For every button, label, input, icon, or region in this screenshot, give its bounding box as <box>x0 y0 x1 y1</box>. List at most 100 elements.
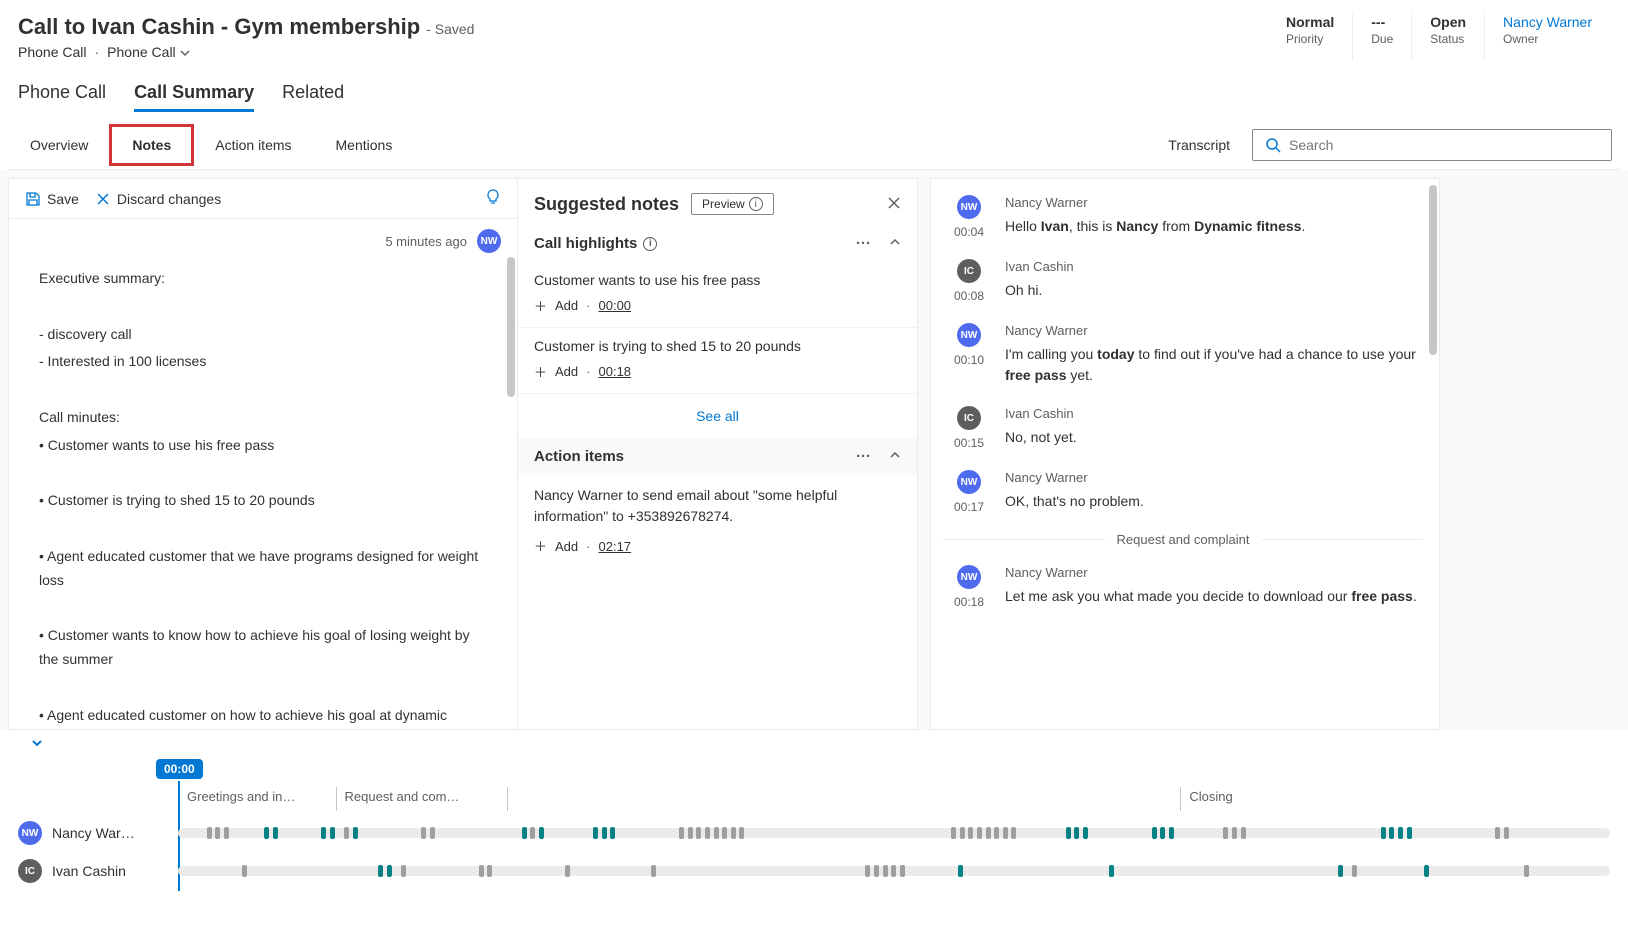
suggestions-bulb-button[interactable] <box>485 189 501 208</box>
transcript-item[interactable]: NW00:10 Nancy WarnerI'm calling you toda… <box>943 313 1423 396</box>
transcript-item[interactable]: NW00:17 Nancy WarnerOK, that's no proble… <box>943 460 1423 524</box>
avatar: IC <box>18 859 42 883</box>
close-button[interactable] <box>887 194 901 215</box>
breadcrumb-entity[interactable]: Phone Call <box>18 44 87 60</box>
tab-phone-call[interactable]: Phone Call <box>18 82 106 112</box>
speaker-name: Nancy Warner <box>1005 565 1419 580</box>
speaker-name: Ivan Cashin <box>1005 259 1419 274</box>
suggested-notes-panel: Suggested notes Preview i Call highlight… <box>518 178 918 730</box>
status-value[interactable]: Nancy Warner <box>1503 14 1592 30</box>
transcript-text: Oh hi. <box>1005 280 1419 301</box>
collapse-button[interactable] <box>889 448 901 465</box>
status-label: Due <box>1371 32 1393 46</box>
subtab-overview[interactable]: Overview <box>8 125 110 165</box>
status-label: Priority <box>1286 32 1334 46</box>
more-button[interactable]: ··· <box>856 235 871 252</box>
timeline: 00:00 Greetings and in…Request and com… C… <box>0 730 1628 901</box>
avatar: NW <box>957 195 981 219</box>
discard-button[interactable]: Discard changes <box>95 191 221 207</box>
lane-track[interactable] <box>178 866 1610 876</box>
scrollbar-thumb[interactable] <box>1429 185 1437 355</box>
chevron-up-icon <box>889 449 901 461</box>
transcript-timestamp: 00:04 <box>954 225 984 239</box>
close-icon <box>887 196 901 210</box>
transcript-timestamp: 00:10 <box>954 353 984 367</box>
info-icon: i <box>749 197 763 211</box>
search-box[interactable] <box>1252 129 1612 161</box>
avatar: IC <box>957 259 981 283</box>
action-items-heading: Action items <box>534 448 624 465</box>
transcript-item[interactable]: IC 00:08 Ivan Cashin Oh hi. <box>943 249 1423 313</box>
chevron-down-icon <box>30 736 44 750</box>
chevron-down-icon <box>180 48 190 58</box>
notes-editor[interactable]: Executive summary: - discovery call - In… <box>9 257 517 729</box>
speaker-name: Nancy Warner <box>1005 323 1419 338</box>
status-value: Open <box>1430 14 1466 30</box>
playhead[interactable]: 00:00 <box>156 759 203 779</box>
scrollbar-thumb[interactable] <box>507 257 515 397</box>
save-icon <box>25 191 41 207</box>
expand-timeline-button[interactable] <box>18 730 1610 759</box>
highlight-item: Customer is trying to shed 15 to 20 poun… <box>518 328 917 394</box>
timestamp-link[interactable]: 00:18 <box>599 364 632 379</box>
speaker-name: Nancy Warner <box>1005 470 1419 485</box>
timestamp-link[interactable]: 00:00 <box>599 298 632 313</box>
lane-speaker: Ivan Cashin <box>52 863 126 879</box>
transcript-timestamp: 00:15 <box>954 436 984 450</box>
lightbulb-icon <box>485 189 501 205</box>
subtab-action-items[interactable]: Action items <box>193 125 313 165</box>
see-all-link[interactable]: See all <box>518 394 917 438</box>
add-button[interactable]: ＋ <box>534 537 547 557</box>
avatar: NW <box>477 229 501 253</box>
highlight-text: Customer wants to use his free pass <box>534 272 901 288</box>
transcript-timestamp: 00:08 <box>954 289 984 303</box>
avatar: NW <box>957 565 981 589</box>
timeline-segment[interactable] <box>507 787 1180 811</box>
tab-related[interactable]: Related <box>282 82 344 112</box>
breadcrumb: Phone Call · Phone Call <box>18 44 474 60</box>
status-label: Owner <box>1503 32 1592 46</box>
breadcrumb-form[interactable]: Phone Call <box>107 44 189 60</box>
avatar: NW <box>957 470 981 494</box>
collapse-button[interactable] <box>889 235 901 252</box>
lane-track[interactable] <box>178 828 1610 838</box>
timeline-segment[interactable]: Greetings and in… <box>178 787 336 811</box>
transcript-text: Hello Ivan, this is Nancy from Dynamic f… <box>1005 216 1419 237</box>
timeline-lane: IC Ivan Cashin <box>18 855 1610 887</box>
subtab-mentions[interactable]: Mentions <box>314 125 415 165</box>
notes-timestamp: 5 minutes ago <box>385 234 467 249</box>
timeline-segment[interactable]: Request and com… <box>336 787 508 811</box>
subtab-notes[interactable]: Notes <box>110 125 193 165</box>
main-tabs: Phone Call Call Summary Related <box>0 68 1628 113</box>
transcript-item[interactable]: NW00:18 Nancy WarnerLet me ask you what … <box>943 555 1423 619</box>
transcript-item[interactable]: IC00:15 Ivan CashinNo, not yet. <box>943 396 1423 460</box>
tab-call-summary[interactable]: Call Summary <box>134 82 254 112</box>
avatar: NW <box>957 323 981 347</box>
transcript-heading: Transcript <box>1146 125 1252 165</box>
close-icon <box>95 191 111 207</box>
timestamp-link[interactable]: 02:17 <box>599 537 632 557</box>
transcript-text: No, not yet. <box>1005 427 1419 448</box>
timeline-segments: Greetings and in…Request and com… Closing <box>178 787 1610 811</box>
avatar: IC <box>957 406 981 430</box>
timeline-segment[interactable]: Closing <box>1180 787 1610 811</box>
saved-indicator: - Saved <box>426 21 474 37</box>
page-title: Call to Ivan Cashin - Gym membership <box>18 14 420 40</box>
transcript-divider: Request and complaint <box>943 532 1423 547</box>
add-button[interactable]: ＋ <box>534 296 547 315</box>
save-button[interactable]: Save <box>25 191 79 207</box>
status-bar: NormalPriority---DueOpenStatusNancy Warn… <box>1268 14 1610 60</box>
add-button[interactable]: ＋ <box>534 362 547 381</box>
more-button[interactable]: ··· <box>856 448 871 465</box>
status-value: Normal <box>1286 14 1334 30</box>
transcript-timestamp: 00:17 <box>954 500 984 514</box>
info-icon: i <box>643 237 657 251</box>
lane-speaker: Nancy War… <box>52 825 135 841</box>
page-header: Call to Ivan Cashin - Gym membership - S… <box>0 0 1628 68</box>
status-cell: Normal Priority <box>1268 14 1353 60</box>
search-input[interactable] <box>1289 137 1599 153</box>
transcript-item[interactable]: NW00:04 Nancy WarnerHello Ivan, this is … <box>943 185 1423 249</box>
preview-button[interactable]: Preview i <box>691 193 774 215</box>
action-item-text: Nancy Warner to send email about "some h… <box>534 485 901 527</box>
status-cell: Nancy Warner Owner <box>1485 14 1610 60</box>
